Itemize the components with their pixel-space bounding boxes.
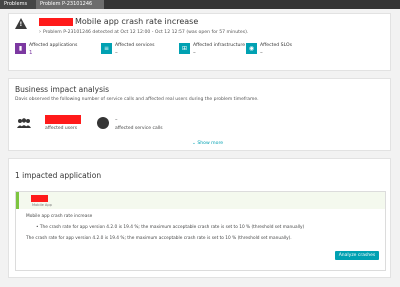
users-icon: [17, 118, 31, 128]
chevron-down-icon: ⌄: [192, 141, 196, 146]
business-impact-card: Business impact analysis Davis observed …: [8, 78, 391, 151]
service-calls-label: affected service calls: [115, 126, 163, 131]
app-type-label: Mobile App: [32, 203, 52, 207]
problem-header-card: ! Mobile app crash rate increase › Proble…: [8, 13, 391, 71]
business-impact-title: Business impact analysis: [15, 85, 110, 94]
tile-affected-applications[interactable]: ▮ Affected applications 1: [15, 42, 100, 68]
redacted-user-count: [45, 115, 81, 124]
event-bullet-text: The crash rate for app version 4.2.0 is …: [39, 225, 305, 230]
tile-label: Affected infrastructure: [193, 43, 246, 48]
application-header[interactable]: Mobile App: [16, 192, 385, 209]
tile-value: –: [260, 50, 263, 56]
tile-value: –: [193, 50, 196, 56]
impacted-applications-card: 1 impacted application Mobile App Mobile…: [8, 158, 391, 278]
event-bullet: • The crash rate for app version 4.2.0 i…: [36, 225, 304, 230]
services-icon: ≡: [101, 43, 112, 54]
tile-affected-services[interactable]: ≡ Affected services –: [101, 42, 186, 68]
event-title: Mobile app crash rate increase: [26, 214, 93, 219]
slo-icon: ◉: [246, 43, 257, 54]
warning-exclamation: !: [19, 21, 23, 28]
problem-subline: › Problem P-23101246 detected at Oct 12 1…: [39, 29, 248, 35]
tile-label: Affected services: [115, 43, 155, 48]
bullet-dot: •: [36, 225, 39, 230]
problem-title: Mobile app crash rate increase: [75, 17, 199, 26]
tile-label: Affected applications: [29, 43, 78, 48]
tile-affected-slos[interactable]: ◉ Affected SLOs –: [246, 42, 331, 68]
event-detail: The crash rate for app version 4.2.0 is …: [26, 236, 292, 241]
redacted-application-name: [31, 195, 48, 202]
application-event-panel: Mobile App Mobile app crash rate increas…: [15, 191, 386, 271]
tile-value: –: [115, 50, 118, 56]
problem-detected-text: Problem P-23101246 detected at Oct 12 12…: [43, 30, 249, 35]
service-calls-value: –: [115, 117, 118, 123]
impacted-applications-title: 1 impacted application: [15, 171, 102, 180]
show-more-label: Show more: [197, 141, 224, 146]
chevron-right-icon[interactable]: ›: [39, 29, 41, 35]
analyze-crashes-button[interactable]: Analyze crashes: [335, 251, 379, 260]
applications-icon: ▮: [15, 43, 26, 54]
service-calls-icon: [97, 117, 109, 129]
business-impact-description: Davis observed the following number of s…: [15, 97, 259, 102]
show-more-link[interactable]: ⌄ Show more: [192, 141, 223, 146]
breadcrumb: Problems Problem P-23101246: [0, 0, 400, 9]
affected-users-label: affected users: [45, 126, 78, 131]
tile-value: 1: [29, 50, 33, 56]
tile-label: Affected SLOs: [260, 43, 292, 48]
redacted-app-name: [39, 18, 73, 26]
breadcrumb-problem-id[interactable]: Problem P-23101246: [36, 0, 104, 9]
infrastructure-icon: ⊞: [179, 43, 190, 54]
